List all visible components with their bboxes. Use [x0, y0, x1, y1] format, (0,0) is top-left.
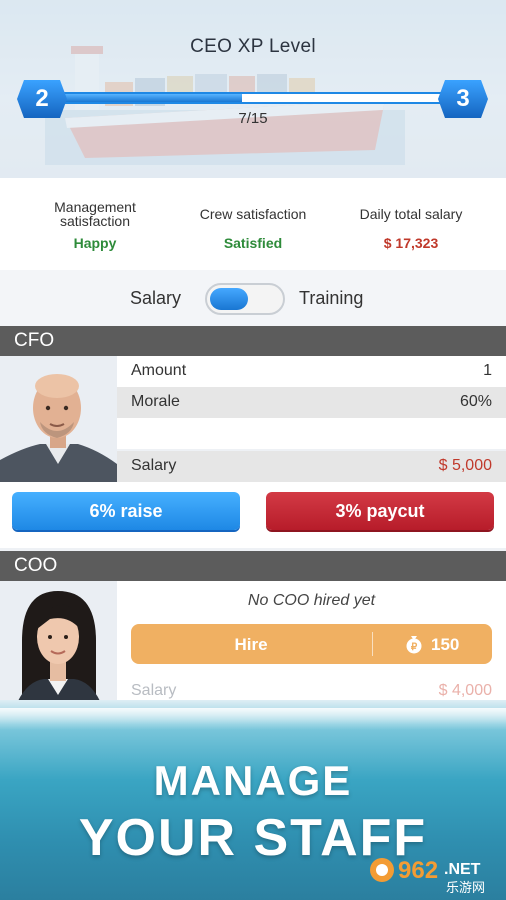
stat-value: $ 17,323: [383, 235, 439, 251]
management-satisfaction: Management satisfaction Happy: [30, 200, 160, 251]
toggle-knob: [210, 288, 248, 310]
hire-cost: 150: [431, 635, 460, 654]
daily-total-salary: Daily total salary $ 17,323: [340, 207, 482, 251]
amount-value: 1: [483, 362, 492, 379]
salary-label: Salary: [131, 682, 177, 699]
watermark-brand: 962: [398, 857, 438, 884]
coo-section-header: COO: [0, 551, 506, 581]
amount-label: Amount: [131, 362, 187, 379]
cfo-empty-row: [117, 418, 506, 449]
stat-label: Daily total salary: [359, 206, 463, 222]
satisfaction-stats: Management satisfaction Happy Crew satis…: [0, 178, 506, 270]
cfo-amount-row: Amount 1: [117, 356, 506, 387]
stat-value: Satisfied: [223, 235, 283, 251]
paycut-button[interactable]: 3% paycut: [266, 492, 494, 530]
crew-satisfaction: Crew satisfaction Satisfied: [183, 207, 323, 251]
xp-header: CEO XP Level 2 3 7/15: [0, 0, 506, 178]
site-watermark-logo: 962 .NET 乐游网: [370, 857, 485, 896]
morale-label: Morale: [131, 393, 180, 410]
raise-salary-button[interactable]: 6% raise: [12, 492, 240, 530]
hero-veil: [0, 0, 506, 178]
xp-level-title: CEO XP Level: [190, 36, 316, 57]
stat-value: Happy: [73, 235, 117, 251]
stat-label: Crew satisfaction: [199, 206, 307, 222]
promo-line-1: MANAGE: [153, 757, 353, 804]
salary-tab-label[interactable]: Salary: [130, 288, 181, 309]
xp-progress-fill: [62, 94, 243, 102]
salary-training-switch-row: Salary Training: [0, 270, 506, 326]
stat-label: Management: [54, 199, 136, 215]
watermark-suffix: .NET: [444, 861, 481, 878]
training-tab-label[interactable]: Training: [299, 288, 363, 309]
money-bag-icon: ₽: [406, 636, 422, 654]
cfo-morale-row: Morale 60%: [117, 387, 506, 418]
xp-progress-bar: [60, 92, 448, 104]
hire-separator: [372, 632, 373, 656]
coo-avatar-frame: [0, 581, 117, 701]
cfo-avatar: [0, 374, 117, 484]
stat-label-line2: satisfaction: [59, 213, 131, 229]
hire-label: Hire: [234, 635, 268, 654]
svg-text:₽: ₽: [411, 642, 418, 653]
cfo-section-header: CFO: [0, 326, 506, 356]
xp-count: 7/15: [238, 110, 268, 127]
cfo-salary-row: Salary $ 5,000: [117, 451, 506, 482]
coo-avatar: [18, 591, 100, 701]
no-coo-message: No COO hired yet: [247, 592, 376, 609]
salary-value: $ 4,000: [438, 682, 492, 699]
watermark-subtitle: 乐游网: [446, 881, 485, 896]
cfo-avatar-frame: [0, 356, 117, 484]
hire-coo-button[interactable]: Hire ₽ 150: [131, 624, 492, 664]
salary-training-toggle[interactable]: [205, 283, 285, 315]
salary-value: $ 5,000: [438, 457, 492, 474]
morale-value: 60%: [459, 393, 492, 410]
salary-label: Salary: [131, 457, 177, 474]
banner-edge: [0, 708, 506, 730]
